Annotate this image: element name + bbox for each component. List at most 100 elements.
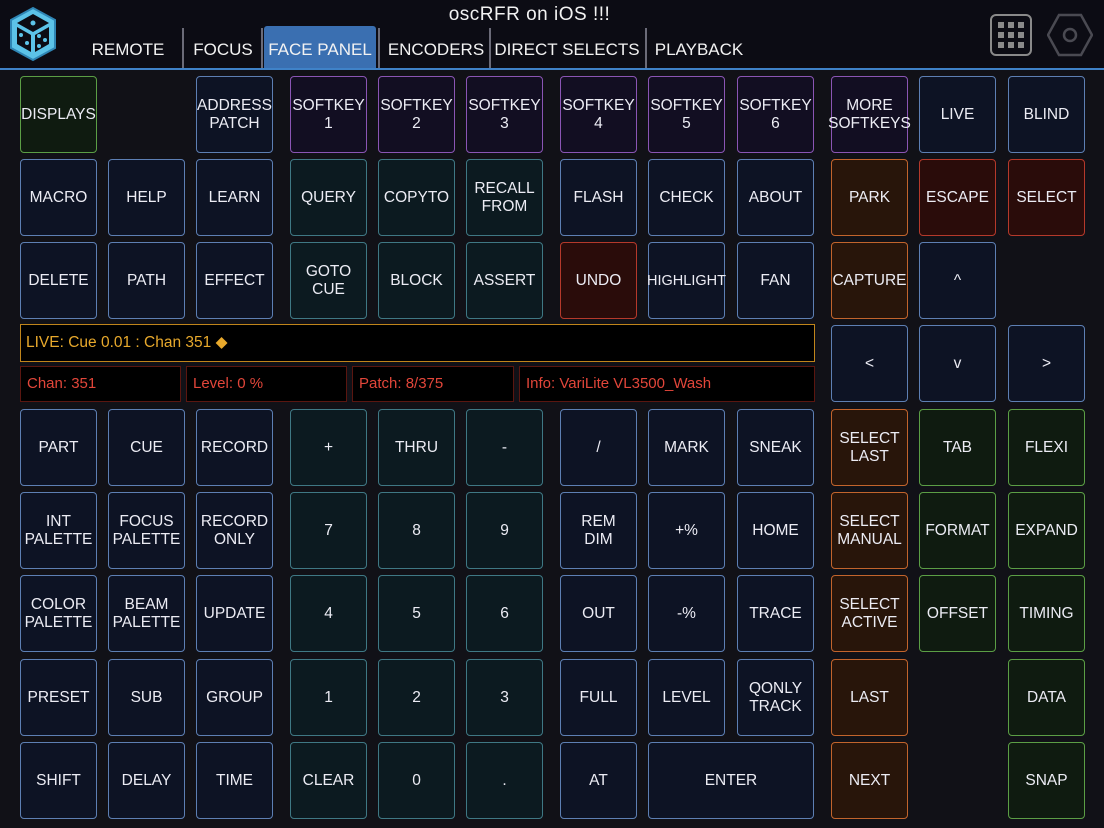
digit-1-button[interactable]: 1 — [290, 659, 367, 736]
home-button[interactable]: HOME — [737, 492, 814, 569]
select-last-button[interactable]: SELECT LAST — [831, 409, 908, 486]
learn-button[interactable]: LEARN — [196, 159, 273, 236]
offset-button[interactable]: OFFSET — [919, 575, 996, 652]
tab-direct-selects[interactable]: DIRECT SELECTS — [493, 26, 641, 68]
flash-button[interactable]: FLASH — [560, 159, 637, 236]
softkey-5-button[interactable]: SOFTKEY 5 — [648, 76, 725, 153]
arrow-left-button[interactable]: < — [831, 325, 908, 402]
preset-button[interactable]: PRESET — [20, 659, 97, 736]
beam-palette-button[interactable]: BEAM PALETTE — [108, 575, 185, 652]
macro-button[interactable]: MACRO — [20, 159, 97, 236]
at-button[interactable]: AT — [560, 742, 637, 819]
mark-button[interactable]: MARK — [648, 409, 725, 486]
int-palette-button[interactable]: INT PALETTE — [20, 492, 97, 569]
decimal-button[interactable]: . — [466, 742, 543, 819]
capture-button[interactable]: CAPTURE — [831, 242, 908, 319]
digit-4-button[interactable]: 4 — [290, 575, 367, 652]
undo-button[interactable]: UNDO — [560, 242, 637, 319]
plus-button[interactable]: + — [290, 409, 367, 486]
tab-playback[interactable]: PLAYBACK — [649, 26, 749, 68]
block-button[interactable]: BLOCK — [378, 242, 455, 319]
tab-focus[interactable]: FOCUS — [186, 26, 260, 68]
level-button[interactable]: LEVEL — [648, 659, 725, 736]
escape-button[interactable]: ESCAPE — [919, 159, 996, 236]
recall-from-button[interactable]: RECALL FROM — [466, 159, 543, 236]
rem-dim-button[interactable]: REM DIM — [560, 492, 637, 569]
softkey-3-button[interactable]: SOFTKEY 3 — [466, 76, 543, 153]
select-manual-button[interactable]: SELECT MANUAL — [831, 492, 908, 569]
slash-button[interactable]: / — [560, 409, 637, 486]
tab-key-button[interactable]: TAB — [919, 409, 996, 486]
timing-button[interactable]: TIMING — [1008, 575, 1085, 652]
snap-button[interactable]: SNAP — [1008, 742, 1085, 819]
part-button[interactable]: PART — [20, 409, 97, 486]
color-palette-button[interactable]: COLOR PALETTE — [20, 575, 97, 652]
update-button[interactable]: UPDATE — [196, 575, 273, 652]
displays-button[interactable]: DISPLAYS — [20, 76, 97, 153]
arrow-right-button[interactable]: > — [1008, 325, 1085, 402]
tab-encoders[interactable]: ENCODERS — [382, 26, 490, 68]
clear-button[interactable]: CLEAR — [290, 742, 367, 819]
address-patch-button[interactable]: ADDRESS PATCH — [196, 76, 273, 153]
last-button[interactable]: LAST — [831, 659, 908, 736]
digit-2-button[interactable]: 2 — [378, 659, 455, 736]
out-button[interactable]: OUT — [560, 575, 637, 652]
softkey-2-button[interactable]: SOFTKEY 2 — [378, 76, 455, 153]
qonly-track-button[interactable]: QONLY TRACK — [737, 659, 814, 736]
data-button[interactable]: DATA — [1008, 659, 1085, 736]
delay-button[interactable]: DELAY — [108, 742, 185, 819]
digit-5-button[interactable]: 5 — [378, 575, 455, 652]
next-button[interactable]: NEXT — [831, 742, 908, 819]
shift-button[interactable]: SHIFT — [20, 742, 97, 819]
digit-0-button[interactable]: 0 — [378, 742, 455, 819]
delete-button[interactable]: DELETE — [20, 242, 97, 319]
query-button[interactable]: QUERY — [290, 159, 367, 236]
sub-button[interactable]: SUB — [108, 659, 185, 736]
arrow-down-button[interactable]: v — [919, 325, 996, 402]
fan-button[interactable]: FAN — [737, 242, 814, 319]
about-button[interactable]: ABOUT — [737, 159, 814, 236]
record-button[interactable]: RECORD — [196, 409, 273, 486]
path-button[interactable]: PATH — [108, 242, 185, 319]
digit-8-button[interactable]: 8 — [378, 492, 455, 569]
blind-button[interactable]: BLIND — [1008, 76, 1085, 153]
check-button[interactable]: CHECK — [648, 159, 725, 236]
full-button[interactable]: FULL — [560, 659, 637, 736]
record-only-button[interactable]: RECORD ONLY — [196, 492, 273, 569]
help-button[interactable]: HELP — [108, 159, 185, 236]
park-button[interactable]: PARK — [831, 159, 908, 236]
effect-button[interactable]: EFFECT — [196, 242, 273, 319]
assert-button[interactable]: ASSERT — [466, 242, 543, 319]
softkey-6-button[interactable]: SOFTKEY 6 — [737, 76, 814, 153]
group-button[interactable]: GROUP — [196, 659, 273, 736]
digit-6-button[interactable]: 6 — [466, 575, 543, 652]
grid-menu-icon[interactable] — [990, 14, 1032, 56]
softkey-4-button[interactable]: SOFTKEY 4 — [560, 76, 637, 153]
format-button[interactable]: FORMAT — [919, 492, 996, 569]
plus-percent-button[interactable]: +% — [648, 492, 725, 569]
minus-button[interactable]: - — [466, 409, 543, 486]
tab-face-panel[interactable]: FACE PANEL — [264, 26, 376, 68]
goto-cue-button[interactable]: GOTO CUE — [290, 242, 367, 319]
focus-palette-button[interactable]: FOCUS PALETTE — [108, 492, 185, 569]
digit-7-button[interactable]: 7 — [290, 492, 367, 569]
highlight-button[interactable]: HIGHLIGHT — [647, 242, 726, 319]
digit-3-button[interactable]: 3 — [466, 659, 543, 736]
thru-button[interactable]: THRU — [378, 409, 455, 486]
expand-button[interactable]: EXPAND — [1008, 492, 1085, 569]
select-active-button[interactable]: SELECT ACTIVE — [831, 575, 908, 652]
sneak-button[interactable]: SNEAK — [737, 409, 814, 486]
select-button[interactable]: SELECT — [1008, 159, 1085, 236]
minus-percent-button[interactable]: -% — [648, 575, 725, 652]
tab-remote[interactable]: REMOTE — [76, 26, 180, 68]
enter-button[interactable]: ENTER — [648, 742, 814, 819]
digit-9-button[interactable]: 9 — [466, 492, 543, 569]
softkey-1-button[interactable]: SOFTKEY 1 — [290, 76, 367, 153]
more-softkeys-button[interactable]: MORE SOFTKEYS — [828, 76, 911, 153]
arrow-up-button[interactable]: ^ — [919, 242, 996, 319]
flexi-button[interactable]: FLEXI — [1008, 409, 1085, 486]
time-button[interactable]: TIME — [196, 742, 273, 819]
trace-button[interactable]: TRACE — [737, 575, 814, 652]
hexagon-settings-icon[interactable] — [1047, 12, 1093, 58]
copyto-button[interactable]: COPYTO — [378, 159, 455, 236]
